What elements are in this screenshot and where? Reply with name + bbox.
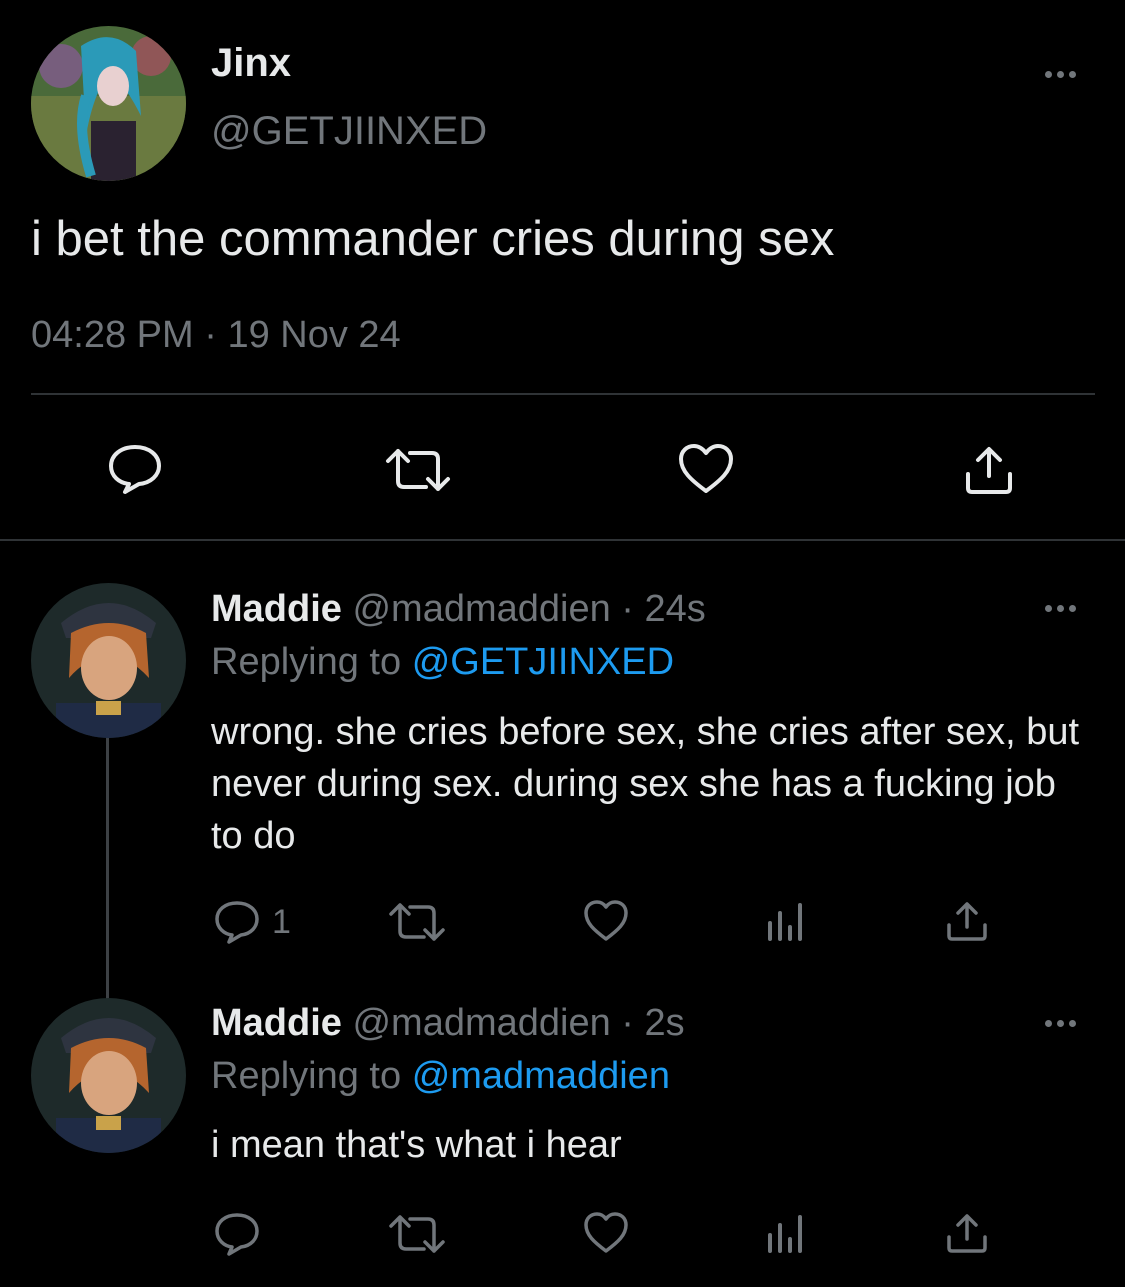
reply-icon[interactable] (107, 443, 163, 495)
author-handle[interactable]: @GETJIINXED (211, 108, 487, 154)
reply-handle[interactable]: @madmaddien (352, 588, 610, 630)
avatar-maddie[interactable] (31, 583, 186, 738)
tweet-detail-page: Jinx @GETJIINXED i bet the commander cri… (0, 0, 1125, 1287)
reply-text: i mean that's what i hear (211, 1124, 622, 1166)
reply-header: Maddie @madmaddien · 24s (211, 587, 706, 631)
reply-count: 1 (272, 903, 291, 941)
reply-text: wrong. she cries before sex, she cries a… (211, 711, 1080, 857)
avatar-maddie-image (31, 998, 186, 1153)
tweet-time[interactable]: 04:28 PM (31, 314, 194, 356)
retweet-icon[interactable] (386, 902, 448, 942)
views-icon[interactable] (766, 1213, 806, 1255)
retweet-icon[interactable] (382, 447, 454, 493)
reply-age-separator: · (621, 1002, 634, 1044)
replying-to-line: Replying to @GETJIINXED (211, 640, 674, 684)
avatar-maddie[interactable] (31, 998, 186, 1153)
reply-icon[interactable] (213, 1211, 261, 1257)
tweet-timestamp: 04:28 PM · 19 Nov 24 (31, 313, 401, 357)
author-display-name[interactable]: Jinx (211, 40, 291, 86)
replying-to-line: Replying to @madmaddien (211, 1054, 670, 1098)
tweet-date[interactable]: 19 Nov 24 (227, 314, 400, 356)
timestamp-divider (31, 393, 1095, 395)
like-icon[interactable] (582, 899, 630, 943)
reply-age-separator: · (621, 588, 634, 630)
reply-more-options-icon[interactable] (1045, 605, 1076, 612)
reply-handle[interactable]: @madmaddien (352, 1002, 610, 1044)
replying-to-label: Replying to (211, 641, 402, 683)
like-icon[interactable] (582, 1211, 630, 1255)
reply-display-name[interactable]: Maddie (211, 1002, 342, 1044)
avatar-jinx[interactable] (31, 26, 186, 181)
views-icon[interactable] (766, 901, 806, 943)
retweet-icon[interactable] (386, 1214, 448, 1254)
replying-to-handle[interactable]: @GETJIINXED (412, 641, 674, 683)
more-options-icon[interactable] (1045, 71, 1076, 78)
reply-age[interactable]: 2s (645, 1002, 685, 1044)
share-icon[interactable] (962, 444, 1016, 496)
like-icon[interactable] (677, 443, 735, 495)
reply-icon[interactable] (213, 899, 261, 945)
replying-to-label: Replying to (211, 1055, 402, 1097)
share-icon[interactable] (944, 1211, 990, 1255)
timestamp-separator: · (204, 314, 217, 356)
reply-more-options-icon[interactable] (1045, 1020, 1076, 1027)
section-divider (0, 539, 1125, 541)
avatar-jinx-image (31, 26, 186, 181)
tweet-text: i bet the commander cries during sex (31, 212, 835, 266)
share-icon[interactable] (944, 899, 990, 943)
reply-age[interactable]: 24s (645, 588, 706, 630)
thread-connector-line (106, 735, 109, 1000)
avatar-maddie-image (31, 583, 186, 738)
replying-to-handle[interactable]: @madmaddien (412, 1055, 670, 1097)
reply-display-name[interactable]: Maddie (211, 588, 342, 630)
reply-header: Maddie @madmaddien · 2s (211, 1001, 685, 1045)
